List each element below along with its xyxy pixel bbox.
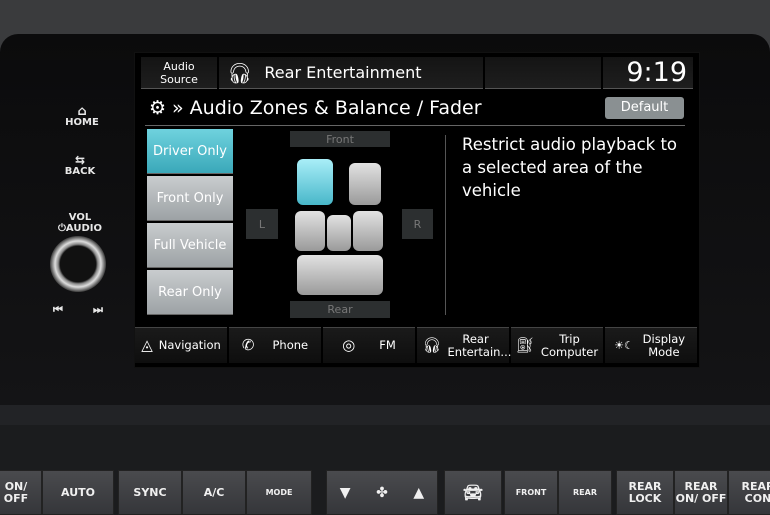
vertical-divider	[445, 135, 446, 315]
trim	[0, 405, 770, 425]
home-icon: ⌂	[77, 104, 87, 119]
recirculation-button[interactable]: 🚘︎	[444, 470, 502, 515]
nav-display-mode[interactable]: ☀☾ Display Mode	[605, 327, 697, 363]
nav-label: Phone	[272, 338, 309, 352]
back-label: BACK	[64, 166, 96, 177]
fan-speed-control[interactable]: ▼ ✤ ▲	[326, 470, 438, 515]
fan-up-button[interactable]: ▲	[413, 486, 424, 500]
home-label: HOME	[65, 117, 99, 128]
header-empty-cell	[485, 57, 601, 89]
front-defrost-button[interactable]: FRONT	[504, 470, 558, 515]
divider	[145, 125, 685, 126]
home-button[interactable]: ⌂ HOME	[60, 104, 104, 128]
balance-left[interactable]: L	[246, 209, 278, 239]
third-row-seat	[297, 255, 383, 295]
fuel-icon: ⛽︎	[515, 336, 535, 354]
climate-sync-button[interactable]: SYNC	[118, 470, 182, 515]
nav-phone[interactable]: ✆ Phone	[229, 327, 321, 363]
climate-power-button[interactable]: ON/ OFF	[0, 470, 42, 515]
nav-rear-entertainment[interactable]: 🎧︎ Rear Entertain...	[417, 327, 512, 363]
front-defrost-label: FRONT	[515, 487, 547, 497]
power-icon: ⏻	[58, 223, 66, 234]
recirculation-icon: 🚘︎	[462, 482, 484, 502]
fader-front[interactable]: Front	[290, 131, 390, 147]
current-source[interactable]: 🎧︎ Rear Entertainment	[219, 57, 483, 89]
rear-left-seat	[295, 211, 325, 251]
nav-label: Navigation	[158, 338, 221, 352]
audio-source-line2: Source	[160, 73, 198, 86]
day-night-icon: ☀☾	[614, 339, 634, 352]
climate-ac-button[interactable]: A/C	[182, 470, 246, 515]
zone-rear-only[interactable]: Rear Only	[147, 270, 233, 315]
audio-text: AUDIO	[65, 223, 102, 234]
balance-right[interactable]: R	[402, 209, 433, 239]
page-title: ⚙ » Audio Zones & Balance / Fader	[149, 97, 482, 119]
driver-seat	[297, 159, 333, 205]
rear-defrost-label: REAR	[573, 487, 597, 497]
default-button[interactable]: Default	[605, 97, 684, 119]
back-button[interactable]: ⇆ BACK	[58, 153, 102, 177]
back-icon: ⇆	[74, 153, 86, 167]
nav-navigation[interactable]: ◬ Navigation	[135, 327, 227, 363]
radio-icon: ◎	[342, 336, 356, 354]
volume-knob[interactable]	[50, 236, 106, 292]
vol-label: VOL ⏻AUDIO	[56, 212, 104, 234]
source-name: Rear Entertainment	[264, 63, 422, 82]
nav-trip-computer[interactable]: ⛽︎ Trip Computer	[511, 327, 603, 363]
climate-mode-button[interactable]: MODE	[246, 470, 312, 515]
headphones-icon: 🎧︎	[422, 336, 442, 354]
rear-right-seat	[353, 211, 383, 251]
rear-lock-button[interactable]: REAR LOCK	[616, 470, 674, 515]
headphones-icon: 🎧︎	[227, 60, 253, 85]
audio-source-button[interactable]: Audio Source	[141, 57, 217, 89]
title-text: Audio Zones & Balance / Fader	[189, 97, 482, 119]
rear-control-button[interactable]: REAR CON	[728, 470, 770, 515]
fan-icon: ✤	[376, 484, 388, 501]
rear-middle-seat	[327, 215, 351, 251]
navigation-icon: ◬	[141, 336, 153, 354]
nav-label: FM	[379, 338, 396, 352]
fader-rear[interactable]: Rear	[290, 301, 390, 318]
nav-label: Rear Entertain...	[447, 331, 512, 359]
passenger-seat	[349, 163, 381, 205]
mode-label: MODE	[265, 487, 293, 497]
climate-auto-button[interactable]: AUTO	[42, 470, 114, 515]
vol-text: VOL	[68, 212, 92, 223]
zone-description: Restrict audio playback to a selected ar…	[462, 135, 678, 200]
skip-back-icon[interactable]: ⏮	[46, 304, 70, 315]
infotainment-screen: Audio Source 🎧︎ Rear Entertainment 9:19 …	[134, 52, 700, 368]
nav-label: Trip Computer	[540, 331, 599, 359]
nav-fm[interactable]: ◎ FM	[323, 327, 415, 363]
phone-icon: ✆	[241, 336, 255, 354]
seat-diagram	[293, 151, 389, 301]
audio-source-line1: Audio	[163, 60, 195, 73]
nav-label: Display Mode	[642, 331, 686, 359]
gear-icon[interactable]: ⚙	[149, 97, 166, 119]
zone-front-only[interactable]: Front Only	[147, 176, 233, 221]
fan-down-button[interactable]: ▼	[340, 486, 351, 500]
rear-fan-power-button[interactable]: REAR ON/ OFF	[674, 470, 728, 515]
breadcrumb-chevron-icon: »	[172, 97, 184, 119]
zone-full-vehicle[interactable]: Full Vehicle	[147, 223, 233, 268]
skip-forward-icon[interactable]: ⏭	[86, 304, 110, 315]
rear-defrost-button[interactable]: REAR	[558, 470, 612, 515]
clock: 9:19	[603, 57, 693, 89]
zone-driver-only[interactable]: Driver Only	[147, 129, 233, 174]
